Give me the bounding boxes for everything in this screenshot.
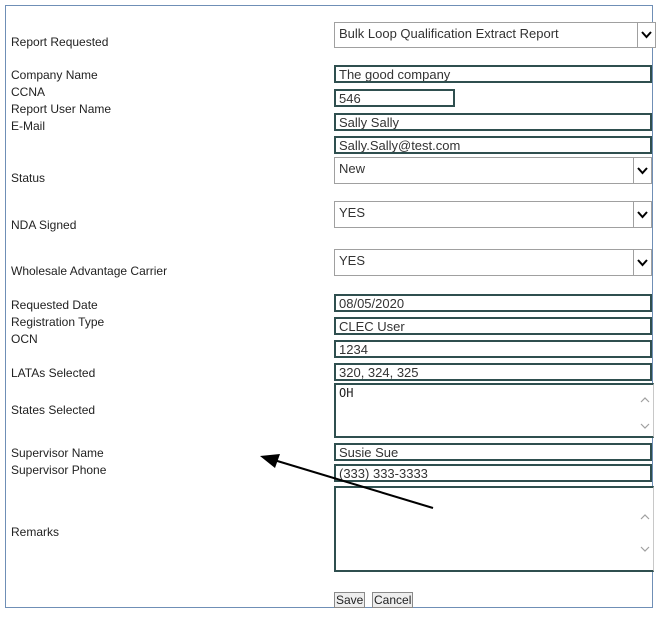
arrow-annotation [260, 454, 434, 509]
